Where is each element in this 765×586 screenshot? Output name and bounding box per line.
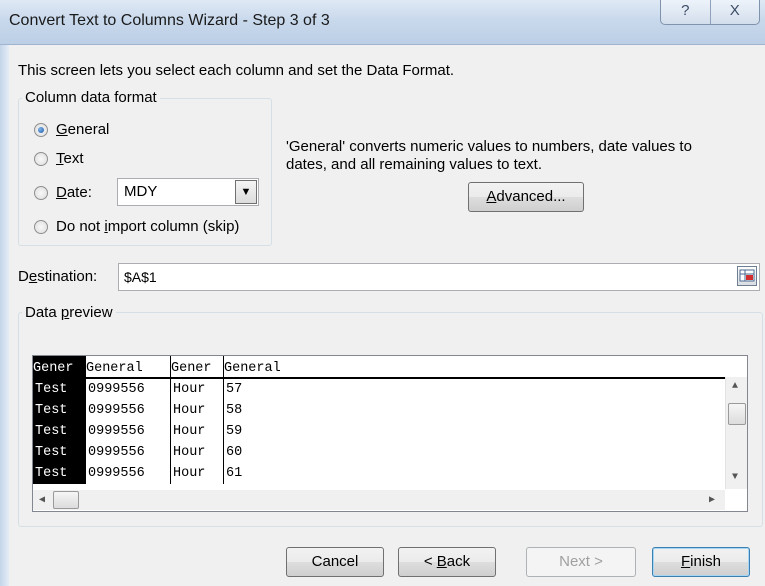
preview-header-row: Gener General Gener General — [33, 356, 725, 379]
preview-cell: Test — [33, 400, 86, 421]
preview-cell: 0999556 — [86, 463, 171, 484]
preview-cell: 61 — [226, 466, 243, 481]
date-format-value: MDY — [124, 183, 158, 200]
caption-buttons: ? X — [660, 0, 760, 25]
preview-cell: 60 — [226, 445, 243, 460]
preview-header-col4[interactable]: General — [224, 356, 723, 377]
table-row: Test 0999556 Hour 59 — [33, 421, 725, 442]
radio-text[interactable]: Text — [34, 150, 84, 167]
preview-header-col2[interactable]: General — [86, 356, 171, 377]
scroll-up-icon[interactable]: ▲ — [732, 381, 738, 392]
preview-header-col1[interactable]: Gener — [33, 356, 86, 377]
table-row: Test 0999556 Hour 58 — [33, 400, 725, 421]
scroll-left-icon[interactable]: ◀ — [39, 494, 45, 506]
format-description-line1: 'General' converts numeric values to num… — [286, 138, 692, 155]
radio-skip-label: Do not import column (skip) — [56, 218, 240, 235]
radio-text-label: Text — [56, 150, 84, 167]
next-button[interactable]: Next > — [526, 547, 636, 577]
data-preview-grid[interactable]: Gener General Gener General Test 0999556 H… — [32, 355, 748, 512]
preview-cell: Test — [33, 463, 86, 484]
preview-header-col3[interactable]: Gener — [171, 356, 224, 377]
destination-value: $A$1 — [124, 269, 157, 285]
radio-date[interactable]: Date: — [34, 184, 92, 201]
table-row: Test 0999556 Hour 61 — [33, 463, 725, 484]
radio-general-dot — [34, 122, 48, 137]
radio-date-dot — [34, 185, 48, 200]
format-description-line2: dates, and all remaining values to text. — [286, 156, 542, 173]
window-left-border — [0, 45, 9, 586]
cancel-button[interactable]: Cancel — [286, 547, 384, 577]
preview-cell: 0999556 — [86, 379, 171, 400]
date-format-select[interactable]: MDY ▼ — [117, 178, 259, 206]
chevron-down-icon[interactable]: ▼ — [235, 180, 257, 204]
preview-cell: Hour — [171, 421, 224, 442]
title-bar: Convert Text to Columns Wizard - Step 3 … — [0, 0, 765, 45]
finish-button[interactable]: Finish — [652, 547, 750, 577]
preview-vertical-scrollbar[interactable]: ▲ ▼ — [725, 377, 747, 489]
preview-cell: Hour — [171, 442, 224, 463]
intro-text: This screen lets you select each column … — [18, 62, 455, 79]
preview-cell: Hour — [171, 379, 224, 400]
preview-cell: Hour — [171, 400, 224, 421]
radio-skip-dot — [34, 219, 48, 234]
back-button[interactable]: < Back — [398, 547, 496, 577]
column-format-legend: Column data format — [22, 89, 160, 106]
radio-general-label: General — [56, 121, 110, 138]
preview-cell: 0999556 — [86, 400, 171, 421]
radio-date-label: Date: — [56, 184, 92, 201]
data-preview-legend: Data preview — [22, 304, 116, 321]
destination-input[interactable]: $A$1 — [118, 263, 760, 291]
scroll-right-icon[interactable]: ▶ — [709, 494, 715, 506]
radio-skip[interactable]: Do not import column (skip) — [34, 218, 239, 235]
preview-horizontal-scrollbar[interactable]: ◀ ▶ — [33, 490, 725, 510]
vertical-scroll-thumb[interactable] — [728, 403, 746, 425]
scroll-down-icon[interactable]: ▼ — [732, 472, 738, 483]
table-row: Test 0999556 Hour 57 — [33, 379, 725, 400]
close-button[interactable]: X — [709, 0, 760, 24]
window-title: Convert Text to Columns Wizard - Step 3 … — [9, 12, 330, 29]
radio-general[interactable]: General — [34, 121, 109, 138]
help-button[interactable]: ? — [661, 0, 710, 24]
range-selector-icon[interactable] — [737, 266, 757, 286]
destination-label: Destination: — [18, 268, 98, 285]
preview-cell: 58 — [226, 403, 243, 418]
preview-cell: 0999556 — [86, 442, 171, 463]
radio-text-dot — [34, 151, 48, 166]
preview-cell: Hour — [171, 463, 224, 484]
preview-cell: 0999556 — [86, 421, 171, 442]
advanced-button[interactable]: Advanced... — [468, 182, 584, 212]
preview-cell: Test — [33, 421, 86, 442]
preview-cell: 57 — [226, 382, 243, 397]
preview-cell: Test — [33, 379, 86, 400]
horizontal-scroll-thumb[interactable] — [53, 491, 79, 509]
preview-cell: 59 — [226, 424, 243, 439]
preview-cell: Test — [33, 442, 86, 463]
table-row: Test 0999556 Hour 60 — [33, 442, 725, 463]
